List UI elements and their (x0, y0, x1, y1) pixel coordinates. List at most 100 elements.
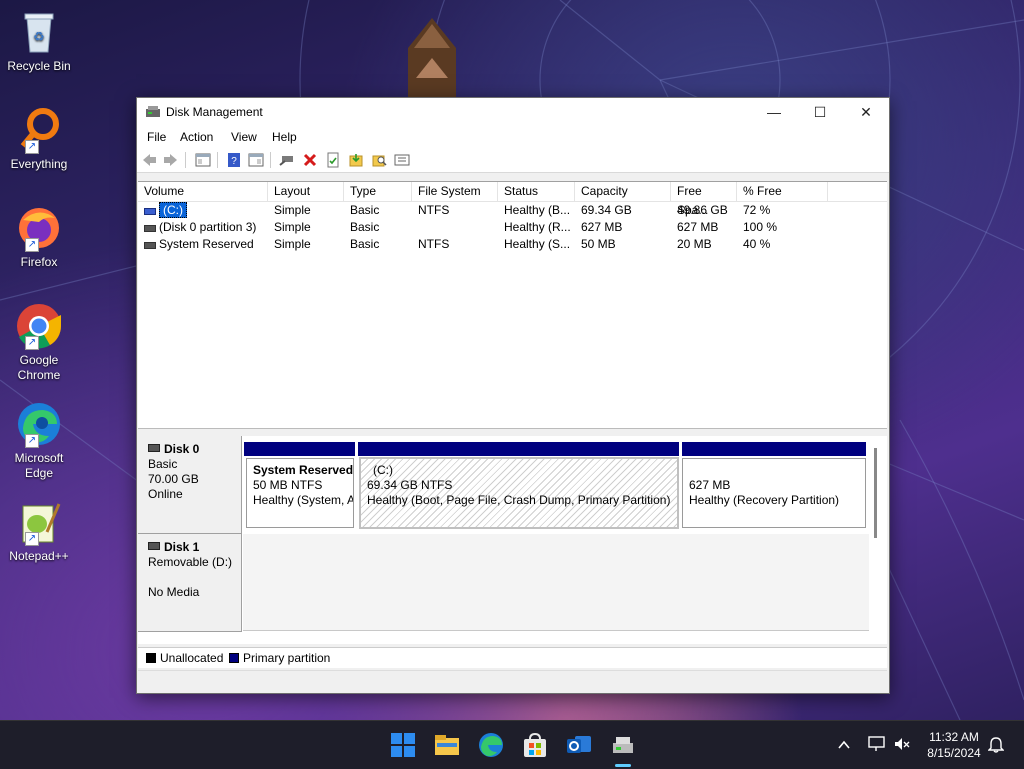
volume-name: (Disk 0 partition 3) (159, 220, 257, 234)
desktop-icon-label: Recycle Bin (7, 59, 71, 73)
clock-date: 8/15/2024 (927, 746, 981, 760)
disk-name: Disk 0 (164, 442, 200, 456)
volume-percent-free: 40 % (743, 237, 771, 251)
desktop-icon-recycle-bin[interactable]: ♻ Recycle Bin (2, 8, 76, 74)
volume-icon (144, 242, 156, 249)
settings-list-icon[interactable] (394, 152, 410, 168)
notification-bell-icon[interactable] (988, 736, 1004, 754)
column-header-capacity[interactable]: Capacity (575, 182, 671, 201)
disk-name: Disk 1 (164, 540, 200, 554)
toolbar-separator (185, 152, 186, 168)
maximize-button[interactable]: ☐ (797, 98, 843, 127)
shortcut-arrow-icon: ↗ (25, 238, 39, 252)
shortcut-arrow-icon: ↗ (25, 532, 39, 546)
volume-file-system: NTFS (418, 203, 450, 217)
desktop-icon-label: Google Chrome (17, 353, 61, 382)
title-bar[interactable]: Disk Management — ☐ ✕ (137, 98, 889, 127)
partition-title: (C:) (373, 463, 393, 477)
volume-free-space: 20 MB (677, 237, 712, 251)
active-app-indicator (615, 764, 631, 767)
desktop-icon-notepad-plus-plus[interactable]: ↗ Notepad++ (2, 498, 76, 564)
svg-text:♻: ♻ (33, 29, 45, 44)
recycle-bin-icon: ♻ (15, 8, 63, 56)
volume-muted-icon[interactable] (893, 736, 911, 752)
pane-splitter[interactable] (138, 428, 887, 434)
open-folder-icon[interactable] (348, 152, 364, 168)
column-header-percent-free[interactable]: % Free (737, 182, 828, 201)
partition-bar-recovery (682, 442, 866, 456)
chevron-up-icon[interactable] (837, 739, 851, 751)
edge-icon[interactable] (477, 731, 505, 759)
disk-1-label[interactable]: Disk 1 Removable (D:) No Media (138, 534, 242, 632)
volume-type: Basic (350, 237, 380, 251)
toolbar-separator (217, 152, 218, 168)
column-header-free-space[interactable]: Free Spa... (671, 182, 737, 217)
menu-file[interactable]: File (147, 130, 166, 144)
volume-percent-free: 72 % (743, 203, 771, 217)
toolbar: ? (137, 148, 889, 173)
disk-0-label[interactable]: Disk 0 Basic 70.00 GB Online (138, 436, 242, 534)
partition-recovery[interactable]: 627 MB Healthy (Recovery Partition) (682, 458, 866, 528)
volume-row[interactable]: System Reserved Simple Basic NTFS Health… (138, 236, 887, 253)
menu-help[interactable]: Help (272, 130, 297, 144)
menu-view[interactable]: View (231, 130, 257, 144)
partition-system-reserved[interactable]: System Reserved 50 MB NTFS Healthy (Syst… (246, 458, 354, 528)
outlook-icon[interactable] (565, 731, 593, 759)
volume-file-system (412, 219, 498, 236)
taskbar: 11:32 AM 8/15/2024 (0, 720, 1024, 769)
disk-type: Removable (D:) (148, 555, 233, 569)
disk-state: Online (148, 487, 183, 501)
show-hide-console-tree-icon[interactable] (195, 152, 211, 168)
volume-type: Basic (350, 220, 380, 234)
column-header-type[interactable]: Type (344, 182, 412, 201)
menu-action[interactable]: Action (180, 130, 213, 144)
volume-name: System Reserved (159, 237, 254, 251)
back-arrow-icon[interactable] (141, 152, 157, 168)
partition-status: Healthy (Boot, Page File, Crash Dump, Pr… (367, 493, 671, 507)
volume-status: Healthy (B... (504, 203, 571, 217)
close-button[interactable]: ✕ (843, 98, 889, 127)
column-header-layout[interactable]: Layout (268, 182, 344, 201)
disk-state: No Media (148, 585, 200, 599)
column-header-volume[interactable]: Volume (138, 182, 268, 201)
show-hide-action-pane-icon[interactable] (248, 152, 264, 168)
desktop-icon-everything[interactable]: ↗ Everything (2, 106, 76, 172)
vertical-scrollbar[interactable] (874, 448, 877, 538)
file-explorer-icon[interactable] (433, 731, 461, 759)
legend-swatch-unallocated (146, 653, 156, 663)
properties-icon[interactable] (325, 152, 341, 168)
disk-management-icon[interactable] (609, 731, 637, 759)
desktop-icon-label: Microsoft Edge (14, 451, 64, 480)
column-header-status[interactable]: Status (498, 182, 575, 201)
partition-c[interactable]: (C:) 69.34 GB NTFS Healthy (Boot, Page F… (359, 457, 679, 529)
desktop-icon-google-chrome[interactable]: ↗ Google Chrome (2, 302, 76, 383)
desktop-icon-label: Firefox (20, 255, 58, 269)
connect-disk-icon[interactable] (279, 152, 295, 168)
delete-icon[interactable] (302, 152, 318, 168)
volume-row[interactable]: (C:) Simple Basic NTFS Healthy (B... 69.… (138, 202, 887, 219)
volume-list-header: Volume Layout Type File System Status Ca… (138, 182, 887, 217)
desktop-icon-microsoft-edge[interactable]: ↗ Microsoft Edge (2, 400, 76, 481)
shortcut-arrow-icon: ↗ (25, 336, 39, 350)
search-folder-icon[interactable] (371, 152, 387, 168)
shortcut-arrow-icon: ↗ (25, 140, 39, 154)
partition-status: Healthy (System, Active, Primary Partiti… (253, 493, 353, 507)
volume-icon (144, 225, 156, 232)
partition-detail: 627 MB (689, 478, 731, 492)
start-icon[interactable] (389, 731, 417, 759)
minimize-button[interactable]: — (751, 98, 797, 127)
disk-1-area (243, 534, 869, 631)
network-icon[interactable] (868, 736, 886, 752)
clock[interactable]: 11:32 AM 8/15/2024 (923, 729, 985, 761)
volume-layout: Simple (274, 220, 311, 234)
desktop-icon-firefox[interactable]: ↗ Firefox (2, 204, 76, 270)
volume-row[interactable]: (Disk 0 partition 3) Simple Basic Health… (138, 219, 887, 236)
disk-size: 70.00 GB (148, 472, 199, 486)
volume-layout: Simple (274, 237, 311, 251)
column-header-file-system[interactable]: File System (412, 182, 498, 201)
store-icon[interactable] (521, 731, 549, 759)
forward-arrow-icon[interactable] (163, 152, 179, 168)
volume-free-space: 49.86 GB (677, 203, 728, 217)
help-icon[interactable]: ? (226, 152, 242, 168)
legend-swatch-primary (229, 653, 239, 663)
